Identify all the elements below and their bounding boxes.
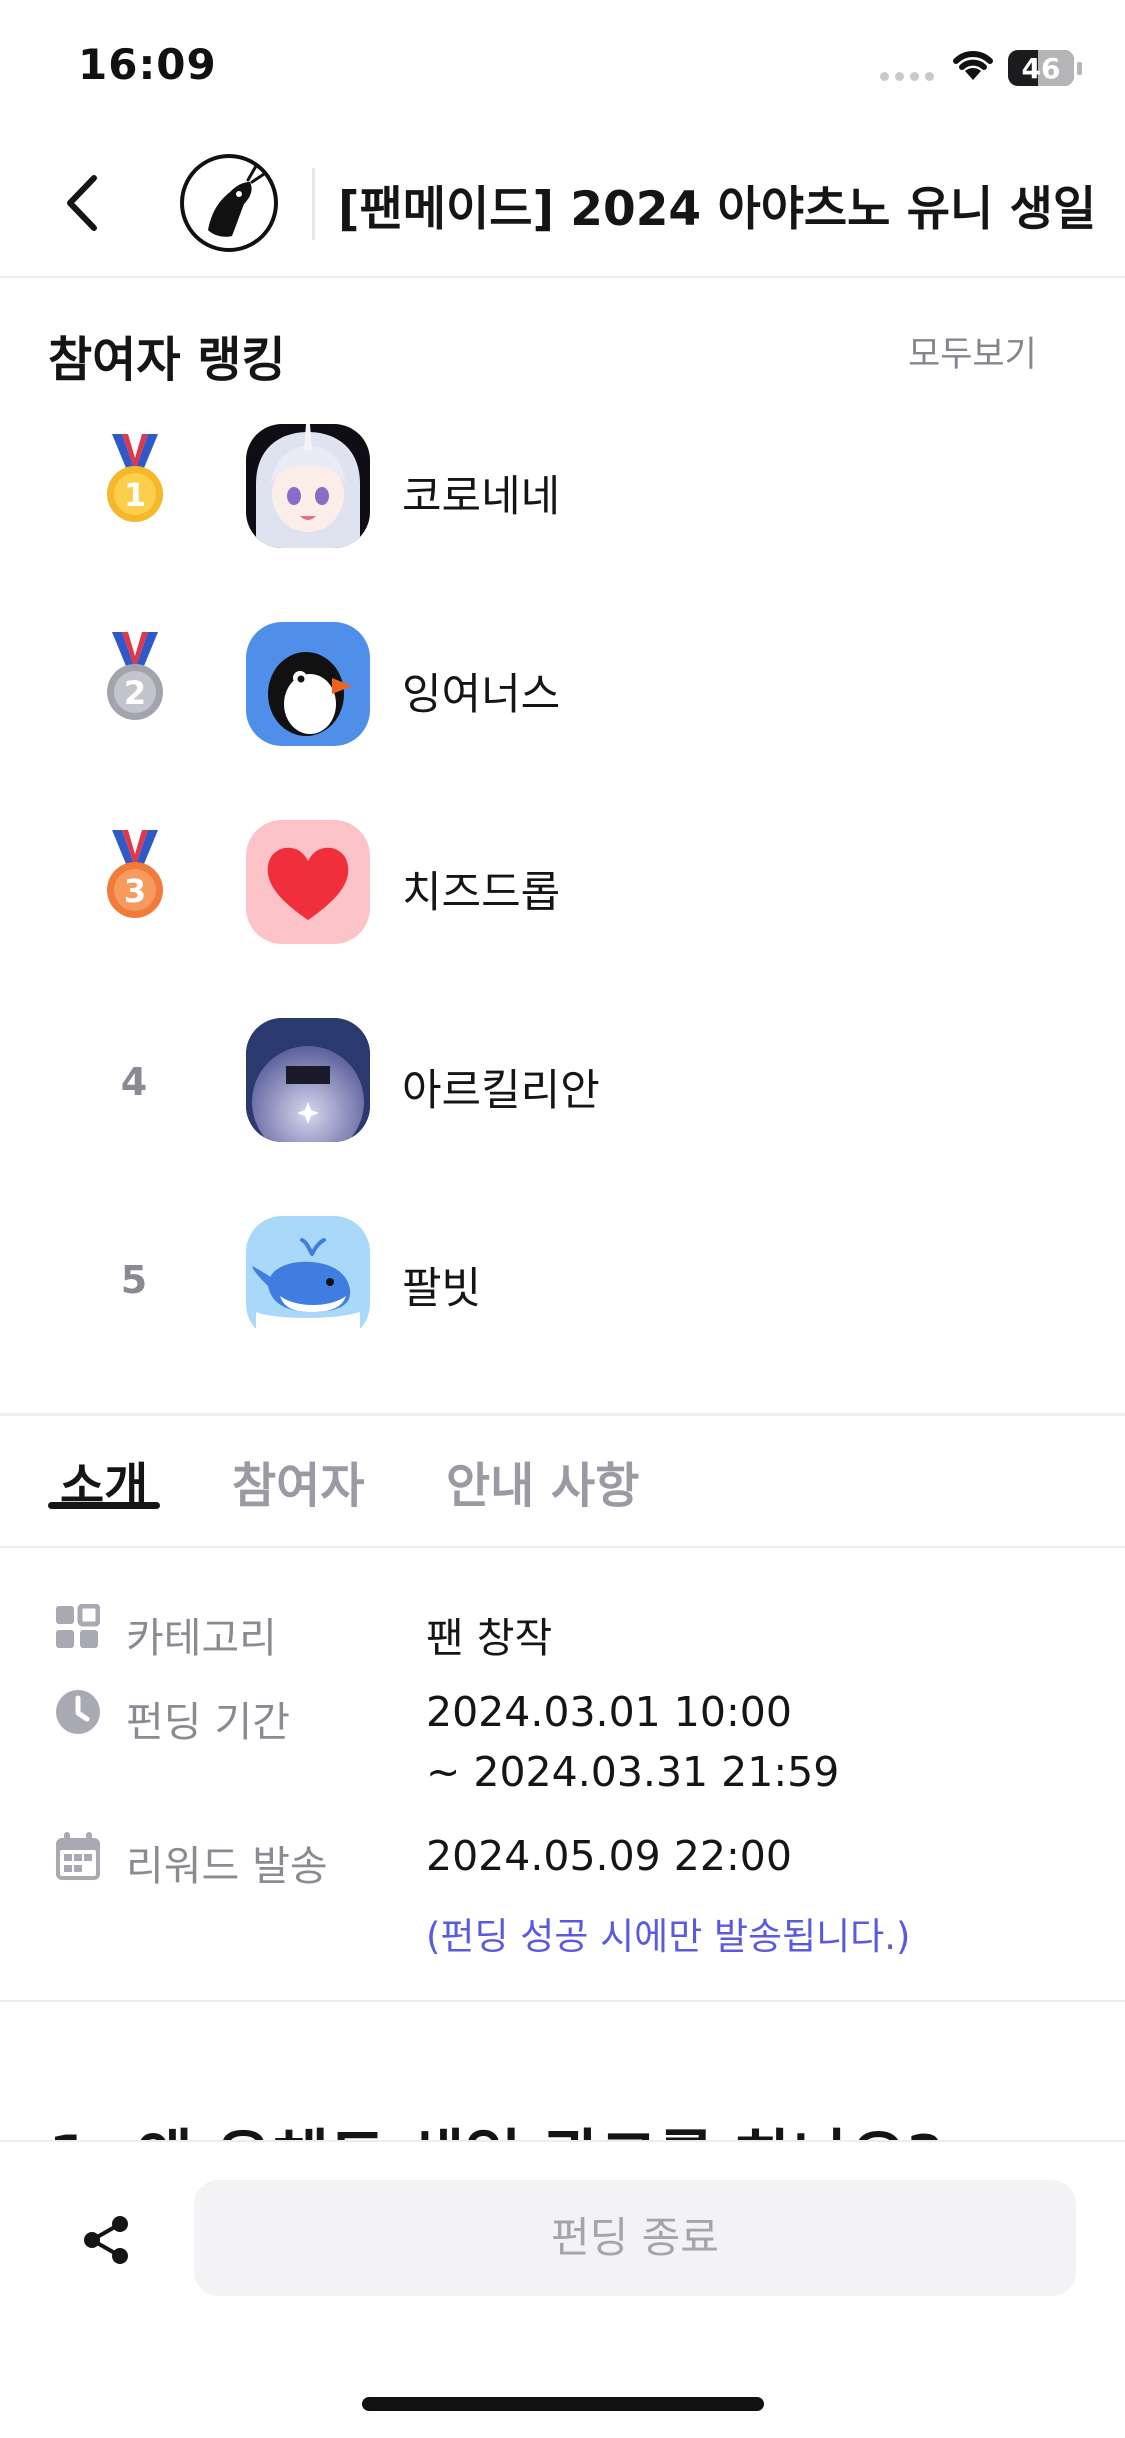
header-divider-line <box>0 276 1125 278</box>
ranking-row-1[interactable]: 1 코로네네 <box>0 418 1125 558</box>
battery-tip <box>1077 62 1082 75</box>
info-label-period: 펀딩 기간 <box>126 1698 290 1746</box>
clock-icon <box>54 1688 102 1740</box>
section-divider <box>0 1413 1125 1416</box>
rank-number: 5 <box>120 1258 148 1302</box>
ranking-row-4[interactable]: 4 아르킬리안 <box>0 1012 1125 1152</box>
wifi-icon <box>950 46 996 86</box>
ranking-name: 치즈드롭 <box>402 868 561 918</box>
info-divider <box>0 2000 1125 2002</box>
home-indicator <box>362 2397 764 2411</box>
battery-icon: 46 <box>1008 50 1074 86</box>
ranking-title: 참여자 랭킹 <box>48 332 286 388</box>
status-time: 16:09 <box>78 40 217 89</box>
avatar-koronene <box>246 424 370 548</box>
avatar-whale <box>246 1216 370 1340</box>
ranking-name: 잉여너스 <box>402 670 561 720</box>
ranking-row-2[interactable]: 2 잉여너스 <box>0 616 1125 756</box>
header-divider <box>312 168 315 240</box>
chevron-left-icon <box>67 175 97 231</box>
channel-logo[interactable] <box>178 152 280 254</box>
medal-number: 3 <box>124 872 146 910</box>
share-button[interactable] <box>78 2212 134 2272</box>
info-value-period-end: ~ 2024.03.31 21:59 <box>426 1748 840 1796</box>
medal-number: 1 <box>124 476 146 514</box>
info-label-reward: 리워드 발송 <box>126 1842 328 1890</box>
info-value-category: 팬 창작 <box>426 1614 553 1662</box>
ranking-row-5[interactable]: 5 팔빗 <box>0 1210 1125 1350</box>
reward-note: (펀딩 성공 시에만 발송됩니다.) <box>426 1915 911 1958</box>
signal-icon <box>880 72 934 81</box>
tab-participants[interactable]: 참여자 <box>232 1446 364 1516</box>
page-title: [팬메이드] 2024 아야츠노 유니 생일… <box>338 182 1098 237</box>
ranking-name: 아르킬리안 <box>402 1066 600 1116</box>
tab-notice[interactable]: 안내 사항 <box>446 1446 639 1516</box>
battery-level: 46 <box>1021 52 1061 85</box>
gold-medal-icon: 1 <box>107 434 163 522</box>
funding-ended-button[interactable]: 펀딩 종료 <box>194 2180 1076 2296</box>
calendar-icon <box>54 1832 102 1886</box>
grid-icon <box>54 1603 101 1654</box>
rank-number: 4 <box>120 1060 148 1104</box>
info-label-category: 카테고리 <box>126 1614 277 1662</box>
tabs-divider <box>0 1546 1125 1548</box>
info-value-period-start: 2024.03.01 10:00 <box>426 1688 792 1736</box>
bronze-medal-icon: 3 <box>107 830 163 918</box>
avatar-heart <box>246 820 370 944</box>
avatar-penguin <box>246 622 370 746</box>
avatar-moon <box>246 1018 370 1142</box>
share-icon <box>84 2216 128 2264</box>
silver-medal-icon: 2 <box>107 632 163 720</box>
info-value-reward: 2024.05.09 22:00 <box>426 1832 792 1880</box>
ranking-name: 코로네네 <box>402 472 561 522</box>
ranking-name: 팔빗 <box>402 1264 482 1314</box>
tab-active-indicator <box>48 1502 160 1509</box>
medal-number: 2 <box>124 674 146 712</box>
back-button[interactable] <box>58 170 108 240</box>
ranking-row-3[interactable]: 3 치즈드롭 <box>0 814 1125 954</box>
see-all-link[interactable]: 모두보기 <box>908 326 1037 377</box>
